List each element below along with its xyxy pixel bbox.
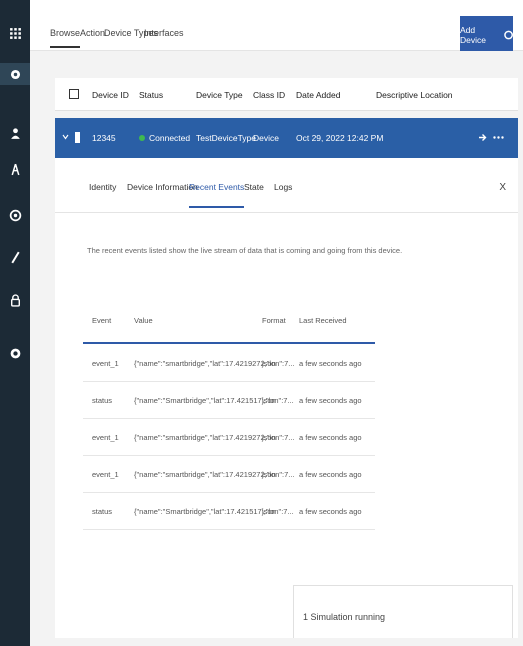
add-device-label: Add Device	[460, 25, 486, 45]
tab-interfaces[interactable]: Interfaces	[144, 28, 184, 38]
security-icon[interactable]	[0, 289, 30, 311]
tab-device-information[interactable]: Device Information	[127, 182, 198, 192]
event-format: json	[262, 470, 276, 479]
event-name: event_1	[92, 359, 119, 368]
event-row: status {"name":"Smartbridge","lat":17.42…	[83, 492, 375, 530]
device-id-value: 12345	[92, 133, 116, 143]
close-icon[interactable]: X	[499, 182, 506, 193]
event-last-received: a few seconds ago	[299, 359, 362, 368]
right-gutter	[518, 51, 523, 646]
status-value: Connected	[149, 133, 191, 143]
event-row: event_1 {"name":"smartbridge","lat":17.4…	[83, 455, 375, 493]
extensions-icon[interactable]	[0, 342, 30, 364]
select-all-checkbox[interactable]	[69, 89, 79, 99]
event-name: event_1	[92, 470, 119, 479]
overflow-menu-icon[interactable]	[493, 136, 504, 139]
event-name: event_1	[92, 433, 119, 442]
event-last-received: a few seconds ago	[299, 470, 362, 479]
bottom-band	[30, 638, 523, 646]
col-last-received: Last Received	[299, 316, 347, 325]
devices-icon[interactable]	[0, 63, 30, 85]
chevron-down-icon[interactable]	[62, 134, 69, 140]
event-last-received: a few seconds ago	[299, 507, 362, 516]
event-row: event_1 {"name":"smartbridge","lat":17.4…	[83, 344, 375, 382]
event-name: status	[92, 507, 113, 516]
event-format: json	[262, 396, 276, 405]
tab-logs[interactable]: Logs	[274, 182, 292, 192]
col-format: Format	[262, 316, 286, 325]
device-row-selected[interactable]: 12345 Connected TestDeviceType Device Oc…	[55, 118, 518, 158]
event-format: json	[262, 359, 276, 368]
col-status[interactable]: Status	[139, 90, 163, 100]
add-circle-icon	[504, 30, 513, 40]
event-format: json	[262, 507, 276, 516]
arrow-right-icon[interactable]	[478, 133, 487, 142]
apps-icon[interactable]	[0, 158, 30, 180]
date-added-value: Oct 29, 2022 12:42 PM	[296, 133, 384, 143]
status-dot	[139, 135, 145, 141]
left-gutter	[30, 51, 55, 646]
settings-wheel-icon[interactable]	[0, 204, 30, 226]
tab-state[interactable]: State	[244, 182, 264, 192]
apps-grid-icon[interactable]	[0, 22, 30, 44]
content-background	[30, 51, 523, 78]
event-last-received: a few seconds ago	[299, 433, 362, 442]
row-checkbox[interactable]	[75, 132, 80, 143]
col-device-type[interactable]: Device Type	[196, 90, 243, 100]
simulation-panel[interactable]: 1 Simulation running	[293, 585, 513, 638]
tab-identity[interactable]: Identity	[89, 182, 116, 192]
simulation-status: 1 Simulation running	[303, 612, 386, 622]
col-date-added[interactable]: Date Added	[296, 90, 340, 100]
members-icon[interactable]	[0, 122, 30, 144]
event-last-received: a few seconds ago	[299, 396, 362, 405]
event-row: event_1 {"name":"smartbridge","lat":17.4…	[83, 418, 375, 456]
col-class-id[interactable]: Class ID	[253, 90, 285, 100]
left-sidebar	[0, 0, 30, 646]
event-format: json	[262, 433, 276, 442]
col-descriptive-location[interactable]: Descriptive Location	[376, 90, 453, 100]
event-name: status	[92, 396, 113, 405]
tabs-divider	[55, 212, 518, 213]
event-row: status {"name":"Smartbridge","lat":17.42…	[83, 381, 375, 419]
class-id-value: Device	[253, 133, 279, 143]
events-description: The recent events listed show the live s…	[87, 246, 403, 255]
col-value: Value	[134, 316, 153, 325]
add-device-button[interactable]: Add Device	[460, 16, 513, 54]
col-event: Event	[92, 316, 112, 325]
tab-recent-events[interactable]: Recent Events	[189, 182, 245, 208]
rules-icon[interactable]	[0, 246, 30, 268]
col-device-id[interactable]: Device ID	[92, 90, 129, 100]
row-gap	[55, 110, 518, 118]
device-type-value: TestDeviceType	[196, 133, 256, 143]
device-detail-panel: Identity Device Information Recent Event…	[55, 158, 518, 638]
tab-action[interactable]: Action	[80, 28, 105, 38]
tab-browse[interactable]: Browse	[50, 28, 81, 48]
top-bar: Browse Action Device Types Interfaces Ad…	[30, 0, 523, 54]
device-table-header: Device ID Status Device Type Class ID Da…	[55, 78, 518, 111]
